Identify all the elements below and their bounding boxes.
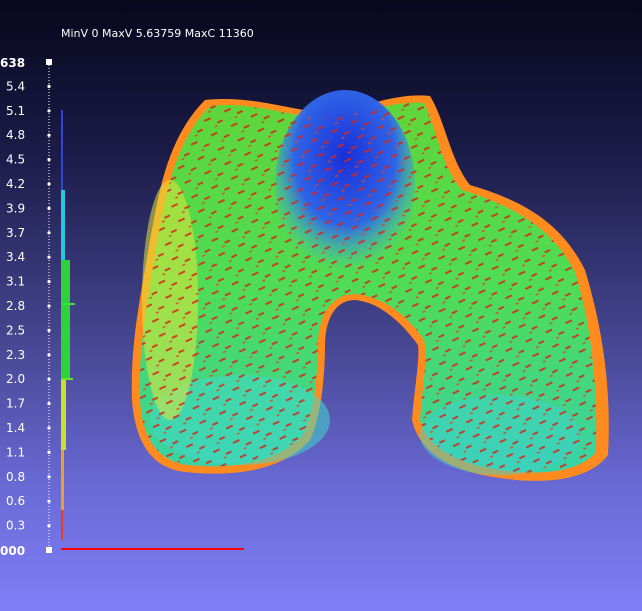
scale-tick-dot (47, 304, 51, 308)
scale-tick-dot (47, 377, 51, 381)
scale-tick-dot (47, 255, 51, 259)
scale-tick-label: 1.7 (6, 397, 25, 411)
scale-tick-label: 2.0 (6, 372, 25, 386)
scale-tick-label: 4.8 (6, 128, 25, 142)
scale-tick-dot (47, 353, 51, 357)
histogram-band-green (61, 260, 70, 380)
histogram-band-blue (61, 110, 63, 190)
scale-tick-dot (47, 158, 51, 162)
scale-tick-label: 2.8 (6, 299, 25, 313)
scale-tick-label: 0.6 (6, 494, 25, 508)
scale-tick-label: 5.4 (6, 79, 25, 93)
value-range-stats: MinV 0 MaxV 5.63759 MaxC 11360 (61, 27, 254, 40)
3d-viewport[interactable]: 638 000 5.4 5.1 4.8 4.5 4.2 3.9 3.7 3.4 3.1 2.8 2.… (0, 0, 642, 611)
scale-tick-label: 3.1 (6, 275, 25, 289)
scale-tick-dot (47, 280, 51, 284)
mesh-object[interactable] (131, 90, 609, 481)
scale-tick-dot (47, 499, 51, 503)
scale-tick-label: 2.3 (6, 348, 25, 362)
scale-max-marker (46, 59, 52, 65)
scale-tick-dot (47, 133, 51, 137)
histogram-band-orange (61, 450, 64, 510)
scale-tick-label: 0.3 (6, 519, 25, 533)
histogram-band-cyan (61, 190, 65, 260)
scale-tick-label: 0.8 (6, 470, 25, 484)
scale-tick-dot (47, 475, 51, 479)
value-histogram (61, 110, 75, 540)
scale-tick-label: 4.2 (6, 177, 25, 191)
scale-min-marker (46, 547, 52, 553)
scale-tick-dot (47, 231, 51, 235)
scale-tick-label: 2.5 (6, 323, 25, 337)
scale-ticks: 5.4 5.1 4.8 4.5 4.2 3.9 3.7 3.4 3.1 2.8 2.5 2.3 2.0 1… (6, 79, 51, 533)
scale-tick-label: 4.5 (6, 153, 25, 167)
mesh-speckle-overlay (139, 102, 597, 473)
scale-tick-label: 3.4 (6, 250, 25, 264)
scale-tick-dot (47, 524, 51, 528)
histogram-peak (61, 303, 75, 305)
scale-tick-dot (47, 182, 51, 186)
scale-tick-dot (47, 450, 51, 454)
scale-min-label: 000 (0, 544, 25, 558)
scale-tick-dot (47, 109, 51, 113)
scale-tick-label: 5.1 (6, 104, 25, 118)
scale-tick-label: 3.7 (6, 226, 25, 240)
scale-tick-label: 1.4 (6, 421, 25, 435)
histogram-band-yellow (61, 380, 66, 450)
scale-tick-label: 1.1 (6, 445, 25, 459)
scale-tick-dot (47, 328, 51, 332)
scale-tick-dot (47, 426, 51, 430)
render-canvas[interactable]: 638 000 5.4 5.1 4.8 4.5 4.2 3.9 3.7 3.4 3.1 2.8 2.… (0, 0, 642, 611)
histogram-peak-2 (61, 378, 73, 380)
histogram-band-red (61, 510, 63, 540)
scale-tick-dot (47, 402, 51, 406)
scale-tick-label: 3.9 (6, 201, 25, 215)
scale-max-label: 638 (0, 56, 25, 70)
scale-tick-dot (47, 206, 51, 210)
scale-tick-dot (47, 84, 51, 88)
